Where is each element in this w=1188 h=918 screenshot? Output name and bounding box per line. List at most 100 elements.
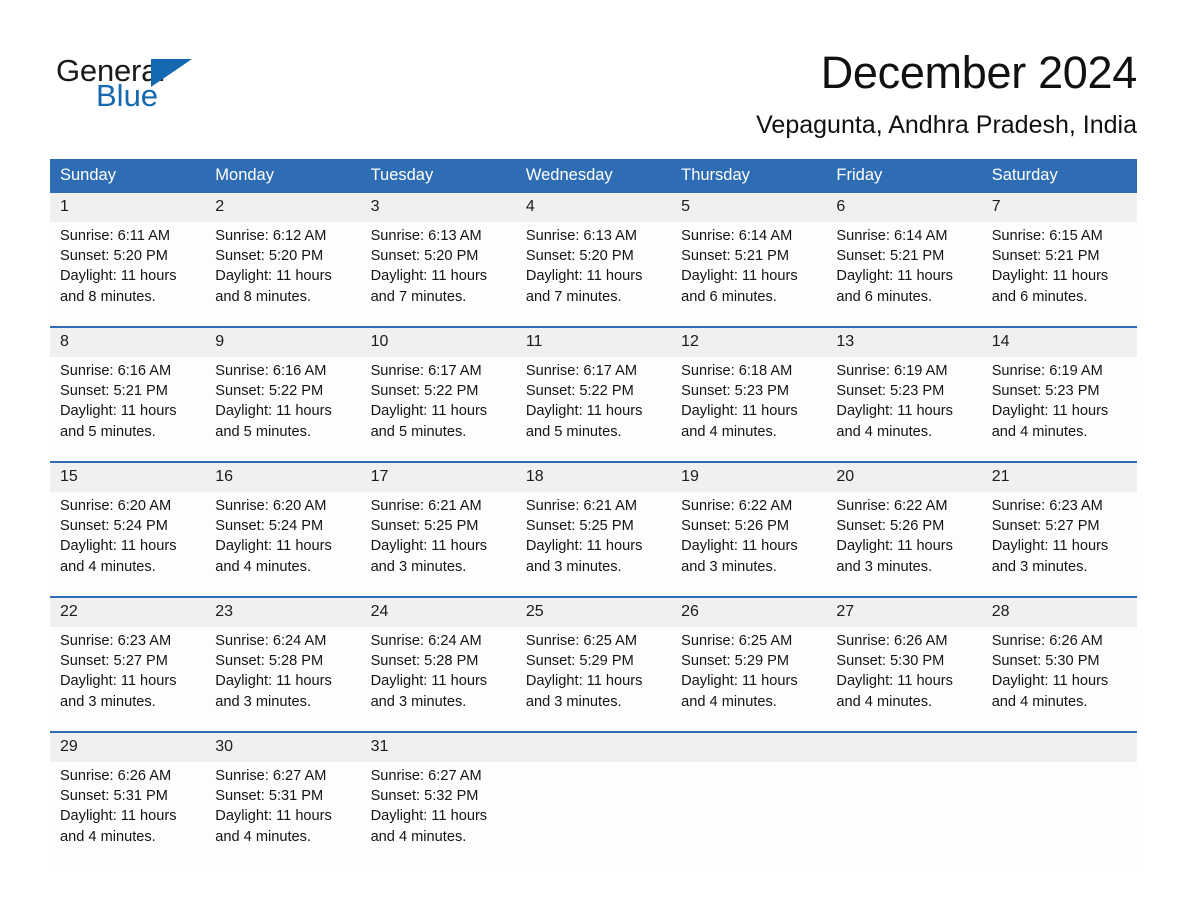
day-number[interactable]: 7 (981, 193, 1137, 222)
day-cell[interactable]: Sunrise: 6:24 AM Sunset: 5:28 PM Dayligh… (205, 627, 361, 731)
sunrise-text: Sunrise: 6:23 AM (60, 633, 172, 649)
day-number[interactable]: 27 (826, 598, 982, 627)
sunset-text: Sunset: 5:30 PM (836, 653, 945, 670)
day-number[interactable]: 14 (981, 328, 1137, 357)
sunset-text: Sunset: 5:25 PM (525, 518, 634, 535)
sunset-text: Sunset: 5:26 PM (836, 518, 945, 535)
day-cell[interactable]: Sunrise: 6:19 AM Sunset: 5:23 PM Dayligh… (826, 357, 982, 461)
day-cell[interactable]: Sunrise: 6:14 AM Sunset: 5:21 PM Dayligh… (671, 222, 827, 326)
day-cell[interactable]: Sunrise: 6:12 AM Sunset: 5:20 PM Dayligh… (205, 222, 361, 326)
day-cell[interactable]: Sunrise: 6:21 AM Sunset: 5:25 PM Dayligh… (515, 492, 672, 596)
day-cell[interactable]: Sunrise: 6:26 AM Sunset: 5:30 PM Dayligh… (826, 627, 982, 731)
sunrise-text: Sunrise: 6:20 AM (215, 498, 327, 514)
sunrise-text: Sunrise: 6:14 AM (836, 228, 948, 244)
day-cell[interactable]: Sunrise: 6:18 AM Sunset: 5:23 PM Dayligh… (671, 357, 827, 461)
day-cell[interactable]: Sunrise: 6:14 AM Sunset: 5:21 PM Dayligh… (826, 222, 982, 326)
day-cell[interactable]: Sunrise: 6:26 AM Sunset: 5:31 PM Dayligh… (50, 762, 206, 866)
weekday-header-saturday: Saturday (981, 159, 1137, 193)
day-number[interactable]: 21 (981, 463, 1137, 492)
day-number[interactable]: 6 (826, 193, 982, 222)
day-number[interactable]: 26 (671, 598, 827, 627)
day-number[interactable]: 31 (360, 733, 516, 762)
day-cell[interactable]: Sunrise: 6:15 AM Sunset: 5:21 PM Dayligh… (981, 222, 1137, 326)
week-daynum-row: 1 2 3 4 5 6 7 (50, 193, 1137, 222)
sunset-text: Sunset: 5:21 PM (991, 248, 1100, 265)
day-number[interactable]: 5 (671, 193, 827, 222)
sunrise-text: Sunrise: 6:22 AM (681, 498, 793, 514)
daylight-text-line2: and 3 minutes. (681, 558, 777, 575)
day-number[interactable]: 3 (360, 193, 516, 222)
day-number[interactable]: 30 (205, 733, 361, 762)
day-cell[interactable]: Sunrise: 6:23 AM Sunset: 5:27 PM Dayligh… (50, 627, 206, 731)
day-number[interactable]: 19 (671, 463, 827, 492)
day-number[interactable]: 15 (50, 463, 206, 492)
sunrise-text: Sunrise: 6:18 AM (681, 363, 793, 379)
day-cell[interactable]: Sunrise: 6:25 AM Sunset: 5:29 PM Dayligh… (671, 627, 827, 731)
daylight-text-line2: and 3 minutes. (60, 693, 156, 710)
sunrise-text: Sunrise: 6:13 AM (525, 228, 637, 244)
day-number[interactable]: 25 (515, 598, 672, 627)
day-number[interactable]: 12 (671, 328, 827, 357)
page-header: General Blue December 2024 Vepagunta, An… (0, 0, 1188, 139)
day-cell[interactable]: Sunrise: 6:20 AM Sunset: 5:24 PM Dayligh… (50, 492, 206, 596)
day-cell[interactable]: Sunrise: 6:22 AM Sunset: 5:26 PM Dayligh… (826, 492, 982, 596)
day-number[interactable]: 22 (50, 598, 206, 627)
generalblue-logo[interactable]: General Blue (56, 47, 206, 113)
day-number[interactable]: 24 (360, 598, 516, 627)
day-number[interactable]: 20 (826, 463, 982, 492)
daylight-text-line2: and 4 minutes. (370, 828, 467, 845)
day-cell[interactable]: Sunrise: 6:19 AM Sunset: 5:23 PM Dayligh… (981, 357, 1137, 461)
daylight-text-line2: and 3 minutes. (370, 558, 467, 575)
day-cell[interactable]: Sunrise: 6:17 AM Sunset: 5:22 PM Dayligh… (515, 357, 672, 461)
day-number[interactable]: 9 (205, 328, 361, 357)
day-cell[interactable]: Sunrise: 6:13 AM Sunset: 5:20 PM Dayligh… (360, 222, 516, 326)
day-cell[interactable]: Sunrise: 6:11 AM Sunset: 5:20 PM Dayligh… (50, 222, 206, 326)
day-cell[interactable]: Sunrise: 6:20 AM Sunset: 5:24 PM Dayligh… (205, 492, 361, 596)
daylight-text-line2: and 5 minutes. (215, 423, 312, 440)
day-number[interactable]: 18 (515, 463, 672, 492)
day-cell[interactable]: Sunrise: 6:21 AM Sunset: 5:25 PM Dayligh… (360, 492, 516, 596)
day-number[interactable]: 17 (360, 463, 516, 492)
day-number[interactable]: 28 (981, 598, 1137, 627)
day-cell[interactable]: Sunrise: 6:16 AM Sunset: 5:22 PM Dayligh… (205, 357, 361, 461)
daylight-text-line2: and 3 minutes. (215, 693, 312, 710)
daylight-text-line2: and 7 minutes. (525, 288, 622, 305)
day-number[interactable]: 23 (205, 598, 361, 627)
sunrise-text: Sunrise: 6:17 AM (525, 363, 637, 379)
sunrise-text: Sunrise: 6:24 AM (215, 633, 327, 649)
day-cell[interactable]: Sunrise: 6:22 AM Sunset: 5:26 PM Dayligh… (671, 492, 827, 596)
day-number[interactable]: 4 (515, 193, 672, 222)
daylight-text-line1: Daylight: 11 hours (370, 268, 488, 285)
sunset-text: Sunset: 5:21 PM (681, 248, 790, 265)
day-number[interactable]: 10 (360, 328, 516, 357)
weekday-header-monday: Monday (205, 159, 361, 193)
day-cell[interactable]: Sunrise: 6:25 AM Sunset: 5:29 PM Dayligh… (515, 627, 672, 731)
sunrise-text: Sunrise: 6:26 AM (991, 633, 1103, 649)
day-cell[interactable]: Sunrise: 6:17 AM Sunset: 5:22 PM Dayligh… (360, 357, 516, 461)
daylight-text-line1: Daylight: 11 hours (60, 268, 177, 285)
daylight-text-line1: Daylight: 11 hours (525, 538, 643, 555)
daylight-text-line1: Daylight: 11 hours (681, 403, 798, 420)
day-cell[interactable]: Sunrise: 6:26 AM Sunset: 5:30 PM Dayligh… (981, 627, 1137, 731)
day-number[interactable]: 11 (515, 328, 672, 357)
sunrise-text: Sunrise: 6:16 AM (60, 363, 172, 379)
sunset-text: Sunset: 5:27 PM (991, 518, 1100, 535)
day-number[interactable]: 29 (50, 733, 206, 762)
sunset-text: Sunset: 5:22 PM (215, 383, 324, 400)
sunset-text: Sunset: 5:20 PM (215, 248, 324, 265)
daylight-text-line1: Daylight: 11 hours (525, 403, 643, 420)
day-cell[interactable]: Sunrise: 6:27 AM Sunset: 5:32 PM Dayligh… (360, 762, 516, 866)
day-number[interactable]: 8 (50, 328, 206, 357)
weekday-header-friday: Friday (826, 159, 982, 193)
day-number[interactable]: 1 (50, 193, 206, 222)
daylight-text-line2: and 3 minutes. (836, 558, 933, 575)
sunrise-text: Sunrise: 6:22 AM (836, 498, 948, 514)
day-number[interactable]: 13 (826, 328, 982, 357)
day-cell[interactable]: Sunrise: 6:24 AM Sunset: 5:28 PM Dayligh… (360, 627, 516, 731)
day-number[interactable]: 16 (205, 463, 361, 492)
day-cell[interactable]: Sunrise: 6:13 AM Sunset: 5:20 PM Dayligh… (515, 222, 672, 326)
day-cell[interactable]: Sunrise: 6:27 AM Sunset: 5:31 PM Dayligh… (205, 762, 361, 866)
day-cell[interactable]: Sunrise: 6:23 AM Sunset: 5:27 PM Dayligh… (981, 492, 1137, 596)
day-number[interactable]: 2 (205, 193, 361, 222)
day-cell[interactable]: Sunrise: 6:16 AM Sunset: 5:21 PM Dayligh… (50, 357, 206, 461)
